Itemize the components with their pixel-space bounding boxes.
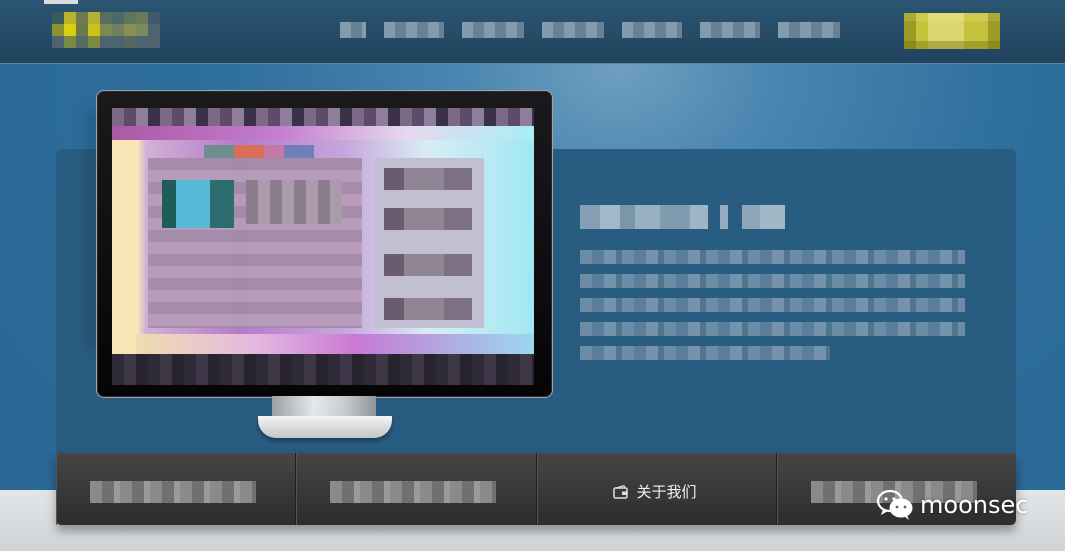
screen-bottom-band <box>136 334 534 354</box>
page: 关于我们 moonsec <box>0 0 1065 551</box>
screen-heading <box>246 180 342 224</box>
feature-item-1[interactable] <box>56 453 297 525</box>
description-line <box>580 274 965 288</box>
hero-title <box>580 205 785 229</box>
about-us-label: 关于我们 <box>636 483 697 501</box>
screen-thumbnail <box>162 180 234 228</box>
wechat-icon <box>876 489 913 520</box>
watermark-text: moonsec <box>920 491 1029 519</box>
hero-description <box>580 250 965 370</box>
description-line <box>580 322 965 336</box>
monitor-stand-base <box>258 416 392 438</box>
header-cta-button[interactable] <box>904 13 1000 49</box>
nav-item-4[interactable] <box>542 22 604 38</box>
nav-item-3[interactable] <box>462 22 524 38</box>
site-logo[interactable] <box>52 12 160 48</box>
monitor-screen-image <box>112 108 534 385</box>
top-navigation-bar <box>0 0 1065 64</box>
monitor-stand-neck <box>272 396 376 418</box>
feature-item-about-us[interactable]: 关于我们 <box>537 453 777 525</box>
nav-item-7[interactable] <box>778 22 840 38</box>
screen-sidebar-row <box>384 254 472 276</box>
feature-item-label <box>90 481 256 503</box>
screen-sidebar-row <box>384 298 472 320</box>
nav-item-5[interactable] <box>622 22 682 38</box>
screen-sidebar-row <box>384 208 472 230</box>
feature-item-2[interactable] <box>296 453 537 525</box>
screen-footer <box>112 354 534 385</box>
feature-bar: 关于我们 <box>56 453 1016 525</box>
nav-item-2[interactable] <box>384 22 444 38</box>
screen-sidebar-row <box>384 168 472 190</box>
feature-item-label-wrap: 关于我们 <box>612 481 697 502</box>
screen-top-strip <box>112 108 534 126</box>
description-line <box>580 346 830 360</box>
description-line <box>580 298 965 312</box>
screen-banner <box>112 126 534 140</box>
screen-tabs <box>204 145 314 159</box>
wallet-icon <box>612 484 628 499</box>
description-line <box>580 250 965 264</box>
feature-item-label <box>330 481 497 503</box>
nav-item-1[interactable] <box>340 22 366 38</box>
logo-tab-mark <box>44 0 78 4</box>
watermark: moonsec <box>876 488 1028 522</box>
main-nav <box>340 22 858 38</box>
nav-item-6[interactable] <box>700 22 760 38</box>
